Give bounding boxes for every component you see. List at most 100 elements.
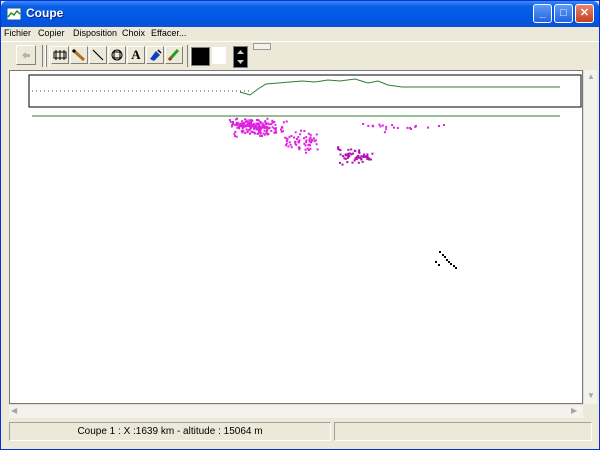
plot-point	[353, 159, 356, 162]
plot-point	[261, 135, 263, 137]
plot-point	[309, 144, 311, 147]
line-icon	[92, 49, 104, 61]
plot-point	[266, 126, 269, 129]
plot-point	[257, 132, 259, 135]
menu-disposition[interactable]: Disposition	[73, 28, 117, 38]
plot-point	[259, 122, 262, 125]
coupe-window: Coupe _ □ ✕ Fichier Copier Disposition C…	[0, 0, 600, 450]
menu-effacer[interactable]: Effacer...	[151, 28, 186, 38]
undo-button[interactable]	[16, 45, 36, 65]
plot-point	[229, 120, 232, 123]
plot-point	[297, 136, 300, 139]
plot-point	[241, 127, 244, 130]
plot-point	[352, 152, 354, 155]
scroll-right-icon[interactable]: ▶	[571, 406, 577, 415]
plot-point	[443, 124, 445, 126]
plot-point	[264, 120, 267, 123]
plot-point	[265, 131, 268, 134]
plot-point	[347, 148, 350, 151]
plot-point	[231, 123, 234, 126]
plot-point	[255, 122, 258, 125]
menu-copier[interactable]: Copier	[38, 28, 65, 38]
plot-point	[339, 161, 341, 164]
scroll-up-icon[interactable]: ▲	[587, 72, 595, 81]
section-plot[interactable]	[10, 71, 582, 403]
title-bar[interactable]: Coupe _ □ ✕	[1, 1, 599, 27]
plot-point	[290, 146, 293, 149]
plot-point	[295, 138, 298, 140]
plot-point	[379, 125, 382, 128]
marker-button[interactable]	[165, 46, 183, 64]
plot-point	[267, 122, 269, 125]
scroll-left-icon[interactable]: ◀	[11, 406, 17, 415]
minimize-button[interactable]: _	[533, 4, 552, 23]
text-button[interactable]: A	[127, 46, 145, 64]
plot-point	[232, 121, 234, 123]
plot-point	[253, 123, 256, 126]
plot-point	[275, 131, 278, 134]
plot-point	[241, 120, 244, 123]
plot-point	[257, 128, 260, 131]
plot-point	[270, 129, 273, 132]
shape-button[interactable]	[108, 46, 126, 64]
plot-point	[263, 129, 266, 132]
plot-point	[267, 133, 270, 135]
status-bar: Coupe 1 : X :1639 km - altitude : 15064 …	[9, 420, 595, 444]
spinner-arrows-icon	[237, 50, 244, 64]
pencil-button[interactable]	[70, 46, 88, 64]
plot-point	[282, 130, 284, 133]
menu-fichier[interactable]: Fichier	[4, 28, 31, 38]
scroll-down-icon[interactable]: ▼	[587, 391, 595, 400]
line-width-spinner[interactable]	[233, 46, 248, 68]
status-coordinates: Coupe 1 : X :1639 km - altitude : 15064 …	[9, 422, 331, 441]
plot-point	[356, 156, 359, 159]
plot-point	[284, 144, 287, 147]
section-canvas[interactable]	[9, 70, 583, 404]
plot-point	[313, 137, 315, 140]
toolbar: A	[1, 41, 599, 70]
plot-point	[240, 123, 243, 126]
menu-bar: Fichier Copier Disposition Choix Effacer…	[1, 27, 599, 41]
close-button[interactable]: ✕	[575, 4, 594, 23]
plot-point	[304, 148, 307, 151]
plot-point	[288, 136, 291, 139]
fill-button[interactable]	[146, 46, 164, 64]
altitude-profile-button[interactable]	[51, 46, 69, 64]
horizontal-scrollbar[interactable]: ◀ ▶	[9, 404, 583, 418]
altitude-profile-frame	[28, 74, 582, 108]
plot-point	[453, 265, 455, 267]
plot-point	[260, 128, 262, 131]
plot-point	[444, 256, 446, 258]
plot-point	[268, 126, 271, 129]
menu-choix[interactable]: Choix	[122, 28, 145, 38]
plot-point	[427, 126, 430, 129]
plot-point	[438, 125, 440, 127]
plot-point	[366, 153, 369, 156]
plot-point	[410, 128, 412, 130]
background-color-swatch[interactable]	[212, 47, 226, 64]
plot-point	[350, 148, 353, 151]
vertical-scrollbar[interactable]: ▲ ▼	[583, 70, 597, 404]
plot-point	[338, 148, 341, 151]
plot-point	[438, 264, 440, 266]
fill-icon	[150, 49, 162, 61]
plot-point	[309, 133, 312, 136]
plot-point	[253, 128, 256, 130]
plot-point	[314, 139, 317, 142]
plot-point	[297, 140, 300, 143]
maximize-button[interactable]: □	[554, 4, 573, 23]
window-title: Coupe	[26, 6, 64, 20]
line-button[interactable]	[89, 46, 107, 64]
plot-point	[290, 135, 293, 137]
plot-point	[347, 152, 350, 155]
plot-point	[307, 132, 310, 135]
plot-point	[435, 261, 437, 263]
toolbar-grip[interactable]	[253, 43, 271, 50]
plot-point	[280, 128, 282, 131]
foreground-color-swatch[interactable]	[191, 47, 210, 66]
plot-point	[308, 139, 311, 141]
plot-point	[248, 128, 251, 131]
plot-point	[337, 146, 340, 149]
plot-point	[305, 136, 308, 139]
text-icon: A	[131, 47, 141, 62]
